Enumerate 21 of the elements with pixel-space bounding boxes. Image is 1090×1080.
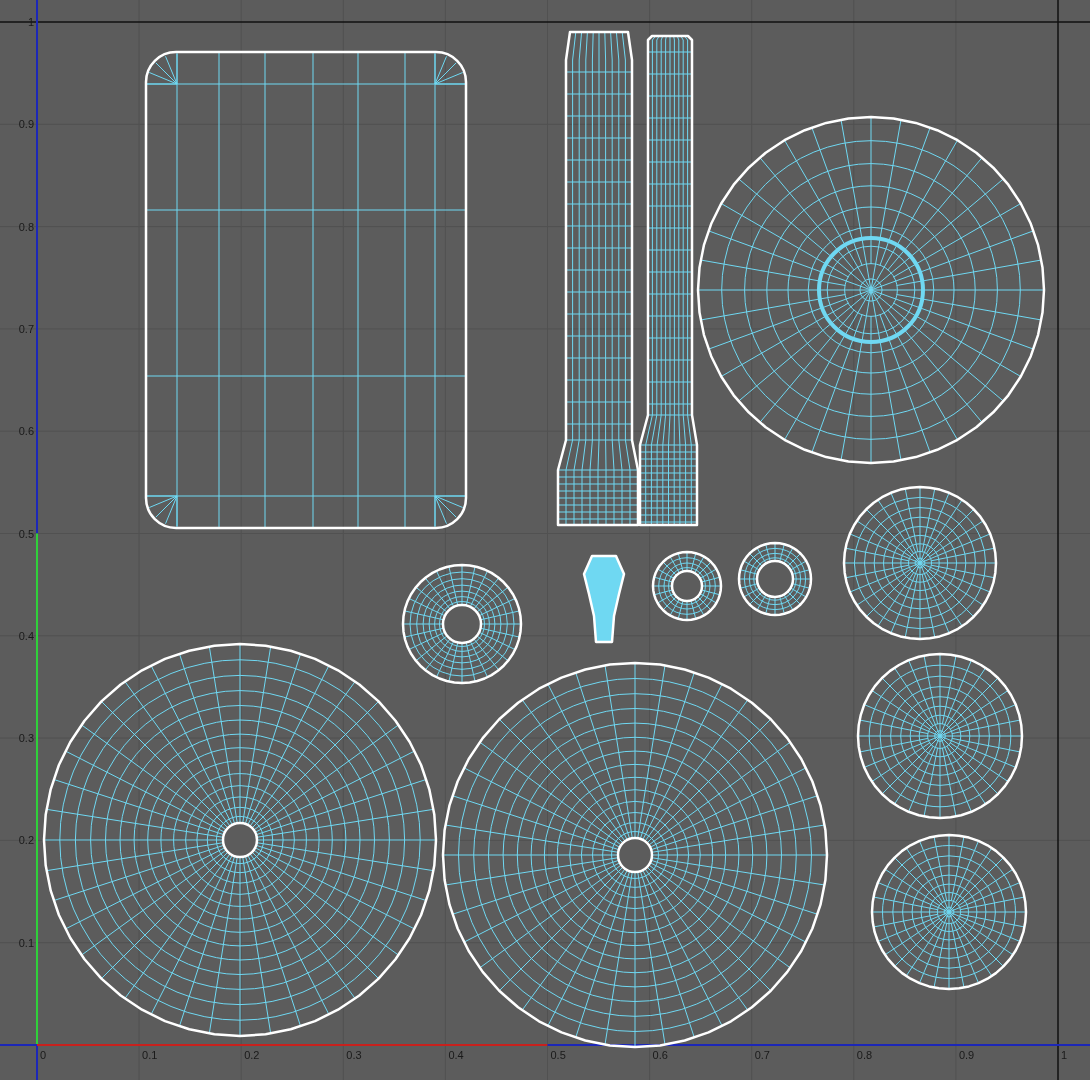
u-tick-label: 0.1	[142, 1049, 158, 1061]
v-tick-label: 0.6	[18, 425, 34, 438]
u-tick-label: 0.2	[244, 1049, 260, 1061]
u-tick-label: 1	[1061, 1049, 1068, 1061]
u-tick-label: 0.6	[652, 1049, 668, 1061]
u-tick-label: 0.5	[550, 1049, 566, 1061]
u-tick-label: 0.8	[856, 1049, 873, 1061]
v-tick-label: 0.7	[18, 322, 34, 335]
v-tick-label: 0.2	[18, 834, 34, 847]
v-tick-label: 0.4	[18, 629, 34, 642]
v-tick-label: 0.8	[18, 220, 34, 233]
v-tick-label: 0.3	[18, 732, 34, 745]
v-tick-label: 0.1	[18, 936, 34, 949]
v-tick-label: 1	[27, 16, 34, 28]
u-tick-label: 0.4	[448, 1049, 464, 1061]
v-tick-label: 0.9	[18, 118, 34, 131]
u-tick-label: 0.3	[346, 1049, 362, 1061]
u-tick-label: 0.7	[754, 1049, 770, 1061]
uv-shell	[651, 550, 723, 622]
u-tick-label: 0.9	[958, 1049, 975, 1061]
v-tick-label: 0.5	[18, 527, 34, 540]
